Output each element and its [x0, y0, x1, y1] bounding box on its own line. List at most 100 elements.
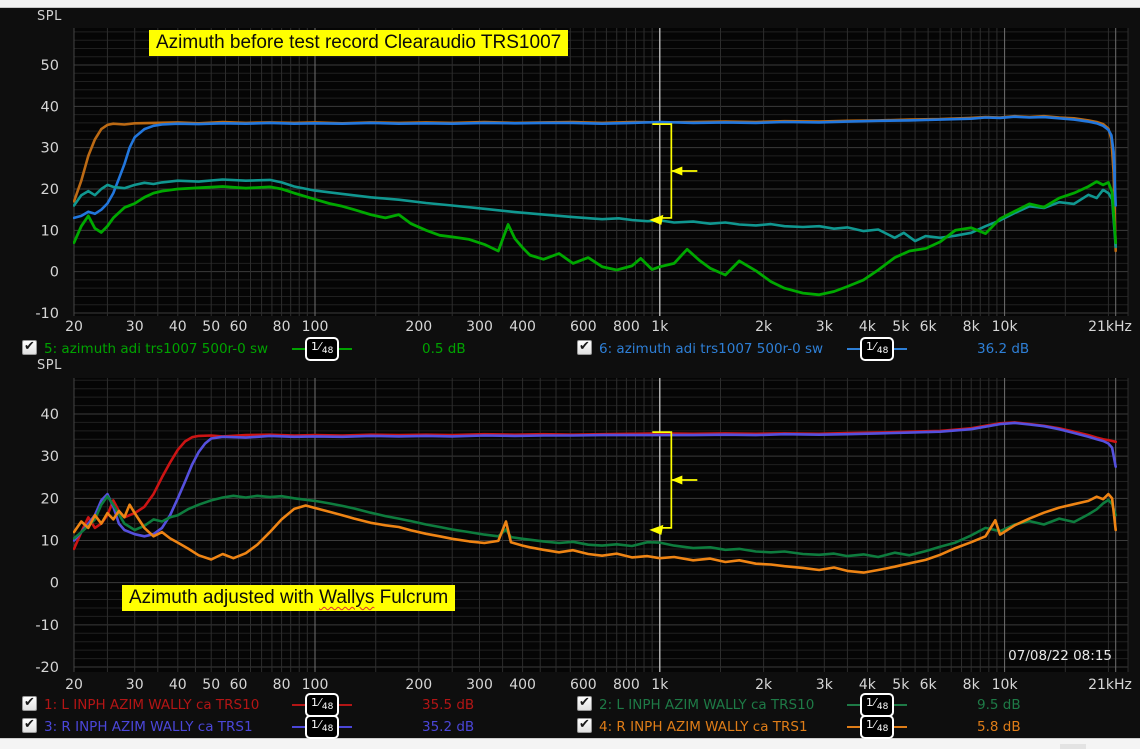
trace6-visibility-checkbox[interactable] — [577, 340, 592, 355]
title-text-part1: Azimuth adjusted with — [129, 587, 319, 608]
svg-text:4k: 4k — [859, 677, 877, 693]
trace1-visibility-checkbox[interactable] — [22, 696, 37, 711]
svg-text:10k: 10k — [992, 677, 1019, 693]
svg-text:40: 40 — [169, 319, 187, 335]
svg-text:1k: 1k — [651, 319, 669, 335]
trace4-smoothing-badge: 1⁄48 — [847, 717, 907, 737]
title-text-part2: Fulcrum — [374, 587, 448, 608]
window-bottom-notch — [1060, 744, 1086, 749]
trace2-visibility-checkbox[interactable] — [577, 696, 592, 711]
trace1-label[interactable]: 1: L INPH AZIM WALLY ca TRS10 — [44, 697, 259, 713]
legend-entry-trace6[interactable]: 6: azimuth adi trs1007 500r-0 sw 1⁄48 36… — [577, 338, 1117, 360]
svg-text:300: 300 — [466, 677, 493, 693]
title-text-misspelled-word: Wallys — [319, 587, 374, 608]
svg-text:100: 100 — [302, 677, 329, 693]
svg-text:21kHz: 21kHz — [1088, 677, 1132, 693]
svg-text:6k: 6k — [920, 677, 938, 693]
measurement-timestamp: 07/08/22 08:15 — [1008, 648, 1112, 664]
svg-text:400: 400 — [509, 677, 536, 693]
smoothing-fraction: 1⁄48 — [860, 715, 894, 739]
svg-text:30: 30 — [126, 677, 144, 693]
smoothing-fraction: 1⁄48 — [860, 693, 894, 717]
legend-row-chart1: 5: azimuth adi trs1007 500r-0 sw 1⁄48 0.… — [0, 338, 1140, 360]
svg-text:5k: 5k — [892, 319, 910, 335]
svg-text:30: 30 — [41, 449, 59, 465]
svg-text:6k: 6k — [920, 319, 938, 335]
svg-text:10k: 10k — [992, 319, 1019, 335]
svg-text:2k: 2k — [755, 319, 773, 335]
svg-text:600: 600 — [570, 677, 597, 693]
window-top-strip — [0, 0, 1140, 8]
trace3-smoothing-badge: 1⁄48 — [292, 717, 352, 737]
trace3-visibility-checkbox[interactable] — [22, 718, 37, 733]
svg-text:0: 0 — [50, 576, 59, 592]
svg-text:60: 60 — [230, 677, 248, 693]
badge-line-right — [339, 704, 352, 706]
svg-text:10: 10 — [41, 534, 59, 550]
legend-row-chart2-b: 3: R INPH AZIM WALLY ca TRS1 1⁄48 35.2 d… — [0, 716, 1140, 738]
badge-line-left — [847, 348, 860, 350]
trace5-cursor-level: 0.5 dB — [422, 341, 466, 357]
svg-text:-20: -20 — [35, 660, 59, 676]
smoothing-fraction: 1⁄48 — [305, 693, 339, 717]
svg-text:800: 800 — [613, 677, 640, 693]
trace5-smoothing-badge: 1⁄48 — [292, 339, 352, 359]
svg-text:20: 20 — [65, 677, 83, 693]
svg-text:-10: -10 — [35, 618, 59, 634]
badge-line-left — [847, 726, 860, 728]
chart2-annotation-title: Azimuth adjusted with Wallys Fulcrum — [122, 585, 455, 611]
svg-text:-10: -10 — [35, 306, 59, 322]
chart2-y-axis-unit: SPL — [37, 358, 62, 373]
badge-line-right — [339, 348, 352, 350]
trace5-label[interactable]: 5: azimuth adi trs1007 500r-0 sw — [44, 341, 268, 357]
trace2-smoothing-badge: 1⁄48 — [847, 695, 907, 715]
svg-text:3k: 3k — [816, 677, 834, 693]
svg-text:20: 20 — [41, 491, 59, 507]
svg-text:60: 60 — [230, 319, 248, 335]
svg-text:10: 10 — [41, 223, 59, 239]
svg-text:50: 50 — [41, 58, 59, 74]
legend-entry-trace2[interactable]: 2: L INPH AZIM WALLY ca TRS10 1⁄48 9.5 d… — [577, 694, 1117, 716]
trace3-cursor-level: 35.2 dB — [422, 719, 474, 735]
legend-entry-trace5[interactable]: 5: azimuth adi trs1007 500r-0 sw 1⁄48 0.… — [22, 338, 562, 360]
svg-text:200: 200 — [405, 319, 432, 335]
legend-entry-trace3[interactable]: 3: R INPH AZIM WALLY ca TRS1 1⁄48 35.2 d… — [22, 716, 562, 738]
legend-entry-trace1[interactable]: 1: L INPH AZIM WALLY ca TRS10 1⁄48 35.5 … — [22, 694, 562, 716]
legend-entry-trace4[interactable]: 4: R INPH AZIM WALLY ca TRS1 1⁄48 5.8 dB — [577, 716, 1117, 738]
svg-text:40: 40 — [41, 99, 59, 115]
trace5-visibility-checkbox[interactable] — [22, 340, 37, 355]
svg-text:2k: 2k — [755, 677, 773, 693]
trace2-label[interactable]: 2: L INPH AZIM WALLY ca TRS10 — [599, 697, 814, 713]
svg-text:8k: 8k — [963, 677, 981, 693]
measurement-app-window: 50403020100-1020304050608010020030040060… — [0, 0, 1140, 749]
svg-text:400: 400 — [509, 319, 536, 335]
svg-text:100: 100 — [302, 319, 329, 335]
badge-line-left — [292, 348, 305, 350]
badge-line-right — [339, 726, 352, 728]
chart1-y-axis-unit: SPL — [37, 9, 62, 24]
svg-text:30: 30 — [126, 319, 144, 335]
svg-text:80: 80 — [273, 677, 291, 693]
svg-text:800: 800 — [613, 319, 640, 335]
svg-text:50: 50 — [202, 319, 220, 335]
trace4-visibility-checkbox[interactable] — [577, 718, 592, 733]
svg-text:50: 50 — [202, 677, 220, 693]
trace2-cursor-level: 9.5 dB — [977, 697, 1021, 713]
svg-text:3k: 3k — [816, 319, 834, 335]
svg-text:20: 20 — [65, 319, 83, 335]
svg-text:80: 80 — [273, 319, 291, 335]
svg-text:600: 600 — [570, 319, 597, 335]
svg-text:1k: 1k — [651, 677, 669, 693]
svg-text:40: 40 — [169, 677, 187, 693]
svg-text:5k: 5k — [892, 677, 910, 693]
badge-line-right — [894, 726, 907, 728]
smoothing-fraction: 1⁄48 — [860, 337, 894, 361]
spectrum-charts-canvas[interactable]: 50403020100-1020304050608010020030040060… — [0, 0, 1140, 749]
trace3-label[interactable]: 3: R INPH AZIM WALLY ca TRS1 — [44, 719, 253, 735]
badge-line-left — [847, 704, 860, 706]
svg-text:4k: 4k — [859, 319, 877, 335]
trace6-label[interactable]: 6: azimuth adi trs1007 500r-0 sw — [599, 341, 823, 357]
svg-text:30: 30 — [41, 141, 59, 157]
svg-text:40: 40 — [41, 407, 59, 423]
trace4-label[interactable]: 4: R INPH AZIM WALLY ca TRS1 — [599, 719, 808, 735]
